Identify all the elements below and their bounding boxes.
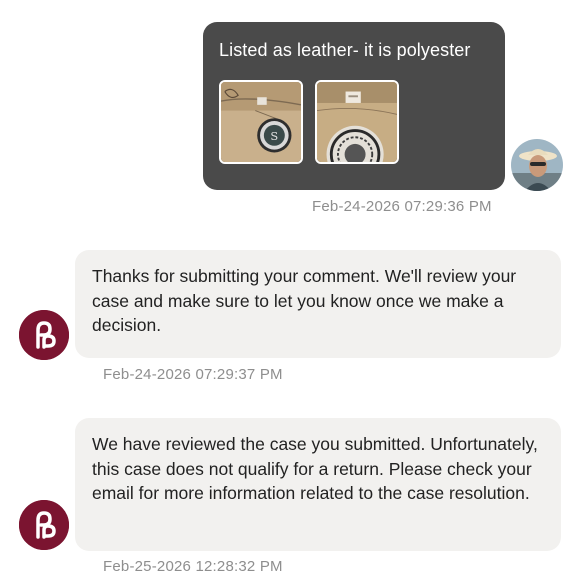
tag-closeup-photo: S [221,82,301,162]
attachment-list: S [219,80,399,164]
chat-thread: Listed as leather- it is polyester S Feb… [0,0,580,580]
avatar-icon [511,139,563,191]
message-timestamp: Feb-24-2026 07:29:37 PM [103,366,283,383]
support-message-bubble: We have reviewed the case you submitted.… [75,418,561,551]
photo-attachment-1[interactable]: S [219,80,303,164]
photo-attachment-2[interactable] [315,80,399,164]
user-avatar[interactable] [511,139,563,191]
brand-logo-icon [19,500,69,550]
message-timestamp: Feb-24-2026 07:29:36 PM [312,198,492,215]
brand-logo-icon [19,310,69,360]
support-message-bubble: Thanks for submitting your comment. We'l… [75,250,561,358]
message-timestamp: Feb-25-2026 12:28:32 PM [103,558,283,575]
lining-emblem-photo [317,82,397,162]
support-avatar [19,310,69,360]
svg-text:S: S [270,129,278,143]
support-message-text: Thanks for submitting your comment. We'l… [92,266,517,335]
support-message-text: We have reviewed the case you submitted.… [92,434,538,503]
user-message-bubble: Listed as leather- it is polyester S [203,22,505,190]
user-message-text: Listed as leather- it is polyester [219,40,471,60]
support-avatar [19,500,69,550]
